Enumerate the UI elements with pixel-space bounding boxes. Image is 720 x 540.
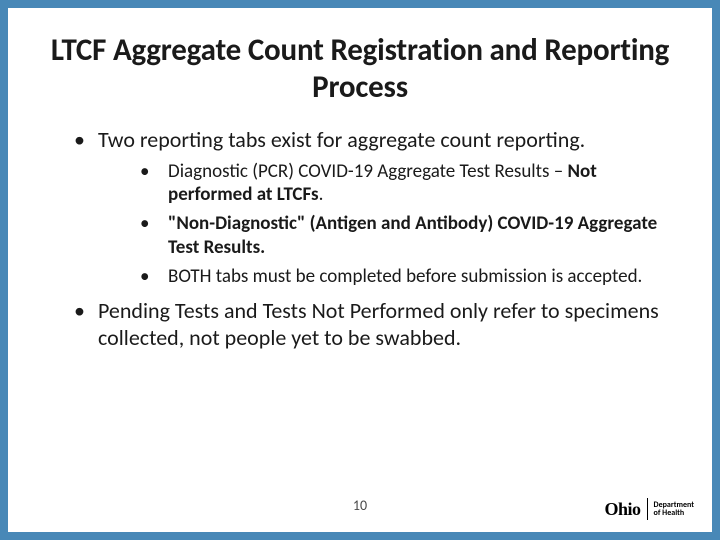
logo-state-text: Ohio [605,499,641,520]
ohio-health-logo: Ohio Department of Health [605,498,694,520]
sub-bullet-list: Diagnostic (PCR) COVID-19 Aggregate Test… [98,160,672,288]
bullet-item: Pending Tests and Tests Not Performed on… [74,298,672,352]
sub-bullet-item: BOTH tabs must be completed before submi… [140,265,672,288]
slide: LTCF Aggregate Count Registration and Re… [8,8,712,532]
sub-bullet-text: Diagnostic (PCR) COVID-19 Aggregate Test… [168,160,549,183]
sub-bullet-text: . [319,183,324,206]
bullet-item: Two reporting tabs exist for aggregate c… [74,127,672,288]
bullet-text: Pending Tests and Tests Not Performed on… [98,297,659,351]
slide-title: LTCF Aggregate Count Registration and Re… [48,32,672,105]
sub-bullet-text: – [549,160,567,183]
sub-bullet-text-bold: "Non-Diagnostic" (Antigen and Antibody) … [168,212,657,258]
sub-bullet-text: BOTH tabs must be completed before submi… [168,265,642,288]
logo-dept-line: of Health [654,508,685,518]
logo-divider [647,498,648,520]
logo-dept-text: Department of Health [654,501,694,518]
bullet-list: Two reporting tabs exist for aggregate c… [48,127,672,351]
sub-bullet-item: "Non-Diagnostic" (Antigen and Antibody) … [140,212,672,258]
sub-bullet-item: Diagnostic (PCR) COVID-19 Aggregate Test… [140,160,672,206]
bullet-text: Two reporting tabs exist for aggregate c… [98,126,585,153]
